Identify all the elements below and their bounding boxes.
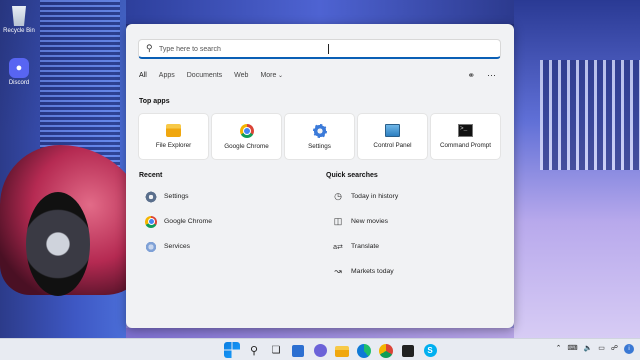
filter-apps[interactable]: Apps: [159, 72, 175, 79]
desktop-icon-label: Discord: [8, 80, 30, 86]
chrome-icon: [379, 343, 393, 358]
quick-item-label: Today in history: [351, 193, 399, 200]
chat-icon: [313, 344, 327, 357]
chevron-up-icon[interactable]: ⌃: [556, 344, 562, 354]
text-cursor: [328, 44, 329, 54]
edge-icon: [357, 343, 371, 358]
recent-item-services[interactable]: Services: [139, 234, 212, 259]
translate-icon: a⇄: [333, 243, 343, 251]
recent-list: Settings Google Chrome Services: [139, 184, 212, 259]
edge-button[interactable]: [356, 342, 372, 358]
search-box[interactable]: ⚲: [138, 39, 501, 59]
search-filters: All Apps Documents Web More: [139, 72, 283, 79]
chrome-icon: [239, 123, 254, 138]
recent-title: Recent: [139, 172, 163, 179]
clock-icon: ◷: [334, 191, 342, 201]
desktop-icon-discord[interactable]: ● Discord: [2, 58, 36, 86]
folder-icon: [335, 345, 349, 357]
app-tile-settings[interactable]: Settings: [285, 114, 354, 159]
battery-icon[interactable]: ▭: [598, 344, 605, 354]
app-tile-label: Control Panel: [373, 142, 412, 149]
movie-icon: ◫: [333, 216, 343, 226]
chat-button[interactable]: [312, 342, 328, 358]
gear-icon: [145, 190, 157, 203]
desktop-icon-label: Recycle Bin: [3, 28, 35, 34]
discord-icon: ●: [9, 58, 29, 78]
search-icon: ⚲: [146, 43, 153, 53]
quick-item-translate[interactable]: a⇄ Translate: [326, 234, 398, 259]
top-apps-grid: File Explorer Google Chrome Settings Con…: [139, 114, 500, 159]
quick-searches-list: ◷ Today in history ◫ New movies a⇄ Trans…: [326, 184, 398, 284]
taskbar-pinned: ⚲ ❏ S: [224, 342, 438, 358]
app-tile-file-explorer[interactable]: File Explorer: [139, 114, 208, 159]
wallpaper-right: [514, 0, 640, 342]
quick-item-new-movies[interactable]: ◫ New movies: [326, 209, 398, 234]
app-tile-label: File Explorer: [155, 142, 192, 149]
recent-item-label: Google Chrome: [164, 218, 212, 225]
quick-item-today-in-history[interactable]: ◷ Today in history: [326, 184, 398, 209]
gear-icon: [312, 123, 327, 138]
chart-icon: ↝: [334, 266, 342, 276]
filter-documents[interactable]: Documents: [187, 72, 222, 79]
app-tile-google-chrome[interactable]: Google Chrome: [212, 114, 281, 159]
app-tile-command-prompt[interactable]: Command Prompt: [431, 114, 500, 159]
quick-item-label: Translate: [351, 243, 380, 250]
quick-searches-title: Quick searches: [326, 172, 378, 179]
skype-button[interactable]: S: [422, 342, 438, 358]
more-options-icon[interactable]: ⋯: [487, 70, 496, 81]
windows-start-icon[interactable]: [224, 342, 240, 358]
top-right-actions: ⚭ ⋯: [467, 70, 496, 81]
wallpaper-top: [126, 0, 514, 24]
filter-all[interactable]: All: [139, 72, 147, 79]
widgets-icon: [292, 345, 304, 357]
wallpaper-building-right: [540, 60, 640, 170]
recent-item-settings[interactable]: Settings: [139, 184, 212, 209]
chrome-button[interactable]: [378, 342, 394, 358]
system-tray: ⌃ ⌨ 🔈 ▭ ☍ i: [556, 344, 634, 354]
quick-item-markets-today[interactable]: ↝ Markets today: [326, 259, 398, 284]
wallpaper-wheel: [26, 192, 90, 296]
file-explorer-button[interactable]: [334, 342, 350, 358]
recent-item-label: Settings: [164, 193, 189, 200]
volume-icon[interactable]: 🔈: [584, 344, 593, 354]
search-input[interactable]: [159, 42, 459, 56]
taskbar: ⚲ ❏ S ⌃ ⌨ 🔈 ▭ ☍ i: [0, 338, 640, 360]
search-icon[interactable]: ⚲: [246, 342, 262, 358]
widgets-button[interactable]: [290, 342, 306, 358]
store-icon: [402, 345, 414, 357]
keyboard-icon[interactable]: ⌨: [567, 344, 577, 354]
desktop-icon-recycle-bin[interactable]: Recycle Bin: [2, 6, 36, 34]
recycle-bin-icon: [12, 6, 26, 26]
terminal-icon: [458, 124, 473, 137]
filter-web[interactable]: Web: [234, 72, 248, 79]
skype-icon: S: [423, 344, 437, 357]
chrome-icon: [145, 215, 157, 228]
app-tile-control-panel[interactable]: Control Panel: [358, 114, 427, 159]
task-view-icon[interactable]: ❏: [268, 342, 284, 358]
quick-item-label: Markets today: [351, 268, 394, 275]
app-tile-label: Settings: [308, 142, 331, 150]
recent-item-google-chrome[interactable]: Google Chrome: [139, 209, 212, 234]
filter-more[interactable]: More: [260, 72, 283, 79]
control-panel-icon: [385, 124, 400, 137]
share-icon[interactable]: ⚭: [467, 70, 475, 81]
recent-item-label: Services: [164, 243, 191, 250]
folder-icon: [166, 124, 181, 137]
app-tile-label: Command Prompt: [439, 142, 492, 149]
start-menu: ⚲ All Apps Documents Web More ⚭ ⋯ Top ap…: [126, 24, 514, 328]
services-icon: [145, 240, 157, 253]
network-icon[interactable]: ☍: [611, 344, 618, 354]
quick-item-label: New movies: [351, 218, 389, 225]
info-icon[interactable]: i: [624, 344, 634, 354]
app-tile-label: Google Chrome: [224, 142, 269, 150]
top-apps-title: Top apps: [139, 98, 170, 105]
store-button[interactable]: [400, 342, 416, 358]
